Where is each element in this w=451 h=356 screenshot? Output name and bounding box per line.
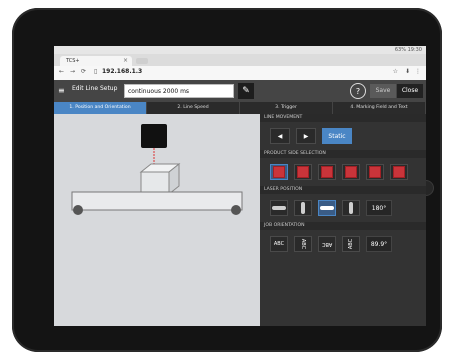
- orient-180[interactable]: ABC: [318, 236, 336, 252]
- help-button[interactable]: ?: [350, 83, 366, 99]
- menu-icon[interactable]: ⋮: [415, 68, 421, 75]
- laser-pos-4[interactable]: [342, 200, 360, 216]
- section-job-orientation: JOB ORIENTATION: [260, 222, 426, 230]
- cube-icon: [297, 166, 309, 178]
- step-tab-4[interactable]: 4. Marking Field and Text: [333, 102, 426, 114]
- back-icon[interactable]: ←: [59, 68, 64, 75]
- orient-label: ABC: [347, 238, 354, 250]
- tab-title: TCS+: [66, 58, 80, 64]
- close-tab-icon[interactable]: ×: [123, 56, 128, 66]
- laser-angle-field[interactable]: 180°: [366, 200, 392, 216]
- laser-horizontal-icon: [272, 206, 286, 210]
- section-laser-position: LASER POSITION: [260, 186, 426, 194]
- section-line-movement: LINE MOVEMENT: [260, 114, 426, 122]
- status-text: 63% 19:30: [394, 47, 422, 53]
- roller-right: [231, 205, 241, 215]
- side-select-4[interactable]: [342, 164, 360, 180]
- main-area: LINE MOVEMENT ◀ ▶ Static PRODUCT SIDE SE…: [54, 114, 426, 326]
- close-button[interactable]: Close: [397, 84, 423, 98]
- move-left-button[interactable]: ◀: [270, 128, 290, 144]
- step-tab-2[interactable]: 2. Line Speed: [147, 102, 240, 114]
- orient-0[interactable]: ABC: [270, 236, 288, 252]
- edit-pencil-icon[interactable]: ✎: [238, 83, 254, 99]
- refresh-icon[interactable]: ⟳: [81, 68, 86, 75]
- laser-horizontal-icon: [320, 206, 334, 210]
- laser-pos-1[interactable]: [270, 200, 288, 216]
- step-tab-1[interactable]: 1. Position and Orientation: [54, 102, 147, 114]
- page-icon: ▯: [94, 68, 98, 75]
- app-title: Edit Line Setup: [72, 85, 118, 92]
- conveyor-belt: [71, 191, 243, 211]
- laser-position-row: 180°: [260, 194, 426, 222]
- address-bar: ← → ⟳ ▯ 192.168.1.3 ☆ ⬇ ⋮: [54, 66, 426, 81]
- status-bar: 63% 19:30: [54, 46, 426, 54]
- settings-panel: LINE MOVEMENT ◀ ▶ Static PRODUCT SIDE SE…: [260, 114, 426, 326]
- side-select-2[interactable]: [294, 164, 312, 180]
- orient-label: ABC: [273, 241, 285, 247]
- job-orientation-row: ABC ABC ABC ABC 89.9°: [260, 230, 426, 258]
- step-tab-3[interactable]: 3. Trigger: [240, 102, 333, 114]
- tablet-frame: 63% 19:30 TCS+ × ← → ⟳ ▯ 192.168.1.3 ☆ ⬇…: [12, 8, 442, 352]
- roller-left: [73, 205, 83, 215]
- arrow-right-icon: ▶: [303, 133, 309, 140]
- star-icon[interactable]: ☆: [393, 68, 398, 75]
- side-select-6[interactable]: [390, 164, 408, 180]
- side-select-5[interactable]: [366, 164, 384, 180]
- static-button[interactable]: Static: [322, 128, 352, 144]
- cube-icon: [321, 166, 333, 178]
- section-product-side: PRODUCT SIDE SELECTION: [260, 150, 426, 158]
- scene-viewport: [54, 114, 260, 326]
- job-angle-field[interactable]: 89.9°: [366, 236, 392, 252]
- cube-icon: [345, 166, 357, 178]
- screen: 63% 19:30 TCS+ × ← → ⟳ ▯ 192.168.1.3 ☆ ⬇…: [54, 46, 426, 326]
- cube-icon: [393, 166, 405, 178]
- cube-icon: [369, 166, 381, 178]
- side-select-1[interactable]: [270, 164, 288, 180]
- app-logo-icon: ≡: [58, 86, 65, 95]
- move-right-button[interactable]: ▶: [296, 128, 316, 144]
- side-select-3[interactable]: [318, 164, 336, 180]
- mic-icon[interactable]: ⬇: [405, 68, 410, 75]
- line-movement-row: ◀ ▶ Static: [260, 122, 426, 150]
- cube-icon: [273, 166, 285, 178]
- laser-pos-2[interactable]: [294, 200, 312, 216]
- line-name-input[interactable]: continuous 2000 ms: [124, 84, 234, 98]
- scene-illustration: [71, 124, 243, 215]
- forward-icon[interactable]: →: [70, 68, 75, 75]
- laser-head-icon: [141, 124, 167, 148]
- step-tabs: 1. Position and Orientation 2. Line Spee…: [54, 102, 426, 114]
- laser-vertical-icon: [301, 202, 305, 214]
- save-button[interactable]: Save: [370, 84, 396, 98]
- app-header: ≡ Edit Line Setup continuous 2000 ms ✎ ?…: [54, 80, 426, 102]
- orient-270[interactable]: ABC: [342, 236, 360, 252]
- browser-tab[interactable]: TCS+ ×: [60, 56, 132, 66]
- laser-vertical-icon: [349, 202, 353, 214]
- app: ≡ Edit Line Setup continuous 2000 ms ✎ ?…: [54, 80, 426, 326]
- arrow-left-icon: ◀: [277, 133, 283, 140]
- orient-label: ABC: [299, 238, 306, 250]
- product-side-row: [260, 158, 426, 186]
- new-tab-button[interactable]: [136, 58, 148, 64]
- orient-90[interactable]: ABC: [294, 236, 312, 252]
- url-field[interactable]: 192.168.1.3: [102, 68, 142, 75]
- laser-pos-3[interactable]: [318, 200, 336, 216]
- product-box: [140, 171, 170, 195]
- orient-label: ABC: [321, 241, 333, 247]
- tab-strip: TCS+ ×: [54, 54, 426, 66]
